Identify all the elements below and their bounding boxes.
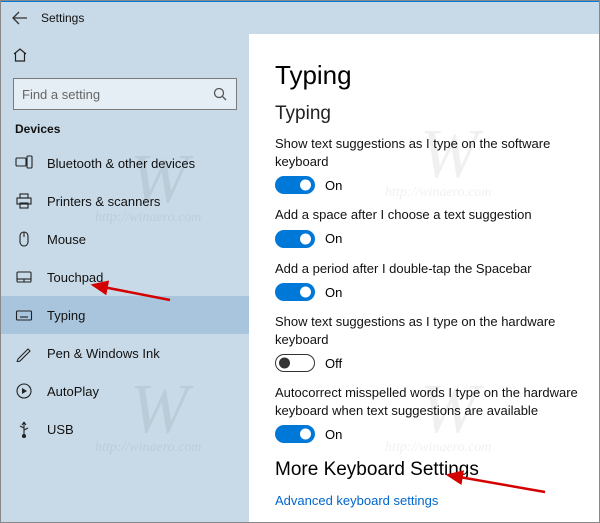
sidebar-item-pen[interactable]: Pen & Windows Ink	[1, 334, 249, 372]
sidebar-item-label: Mouse	[47, 232, 86, 247]
toggle-state: On	[325, 285, 342, 300]
touchpad-icon	[15, 268, 33, 286]
sidebar: Devices Bluetooth & other devices Printe…	[1, 34, 249, 522]
sidebar-item-printers[interactable]: Printers & scanners	[1, 182, 249, 220]
home-button[interactable]	[1, 38, 39, 72]
window-title: Settings	[41, 11, 84, 25]
usb-icon	[15, 420, 33, 438]
advanced-keyboard-link[interactable]: Advanced keyboard settings	[275, 493, 581, 508]
toggle-state: On	[325, 427, 342, 442]
setting-row: Add a space after I choose a text sugges…	[275, 206, 581, 248]
sidebar-item-mouse[interactable]: Mouse	[1, 220, 249, 258]
toggle-switch[interactable]	[275, 354, 315, 372]
mouse-icon	[15, 230, 33, 248]
devices-icon	[15, 154, 33, 172]
sidebar-item-label: Pen & Windows Ink	[47, 346, 160, 361]
pen-icon	[15, 344, 33, 362]
setting-label: Add a space after I choose a text sugges…	[275, 206, 581, 224]
toggle-state: Off	[325, 356, 342, 371]
setting-row: Add a period after I double-tap the Spac…	[275, 260, 581, 302]
sidebar-item-label: Printers & scanners	[47, 194, 160, 209]
keyboard-icon	[15, 306, 33, 324]
printer-icon	[15, 192, 33, 210]
setting-row: Show text suggestions as I type on the s…	[275, 135, 581, 194]
content-pane: Typing Typing Show text suggestions as I…	[249, 34, 599, 522]
search-box[interactable]	[13, 78, 237, 110]
toggle-state: On	[325, 178, 342, 193]
titlebar: Settings	[1, 2, 599, 34]
autoplay-icon	[15, 382, 33, 400]
toggle-switch[interactable]	[275, 230, 315, 248]
page-subheading: Typing	[275, 103, 581, 125]
sidebar-item-label: USB	[47, 422, 74, 437]
setting-row: Show text suggestions as I type on the h…	[275, 313, 581, 372]
setting-label: Show text suggestions as I type on the s…	[275, 135, 581, 170]
sidebar-item-autoplay[interactable]: AutoPlay	[1, 372, 249, 410]
setting-label: Add a period after I double-tap the Spac…	[275, 260, 581, 278]
search-input[interactable]	[22, 87, 212, 102]
toggle-switch[interactable]	[275, 425, 315, 443]
back-button[interactable]	[7, 5, 33, 31]
sidebar-item-label: Touchpad	[47, 270, 103, 285]
more-settings-heading: More Keyboard Settings	[275, 459, 581, 481]
toggle-switch[interactable]	[275, 176, 315, 194]
sidebar-item-label: Bluetooth & other devices	[47, 156, 195, 171]
nav-list: Bluetooth & other devices Printers & sca…	[1, 144, 249, 522]
section-label: Devices	[15, 122, 235, 136]
toggle-switch[interactable]	[275, 283, 315, 301]
setting-label: Show text suggestions as I type on the h…	[275, 313, 581, 348]
sidebar-item-label: Typing	[47, 308, 85, 323]
page-title: Typing	[275, 60, 581, 91]
sidebar-item-typing[interactable]: Typing	[1, 296, 249, 334]
sidebar-item-usb[interactable]: USB	[1, 410, 249, 448]
search-icon	[212, 86, 228, 102]
setting-label: Autocorrect misspelled words I type on t…	[275, 384, 581, 419]
sidebar-item-label: AutoPlay	[47, 384, 99, 399]
toggle-state: On	[325, 231, 342, 246]
sidebar-item-touchpad[interactable]: Touchpad	[1, 258, 249, 296]
sidebar-item-bluetooth[interactable]: Bluetooth & other devices	[1, 144, 249, 182]
setting-row: Autocorrect misspelled words I type on t…	[275, 384, 581, 443]
